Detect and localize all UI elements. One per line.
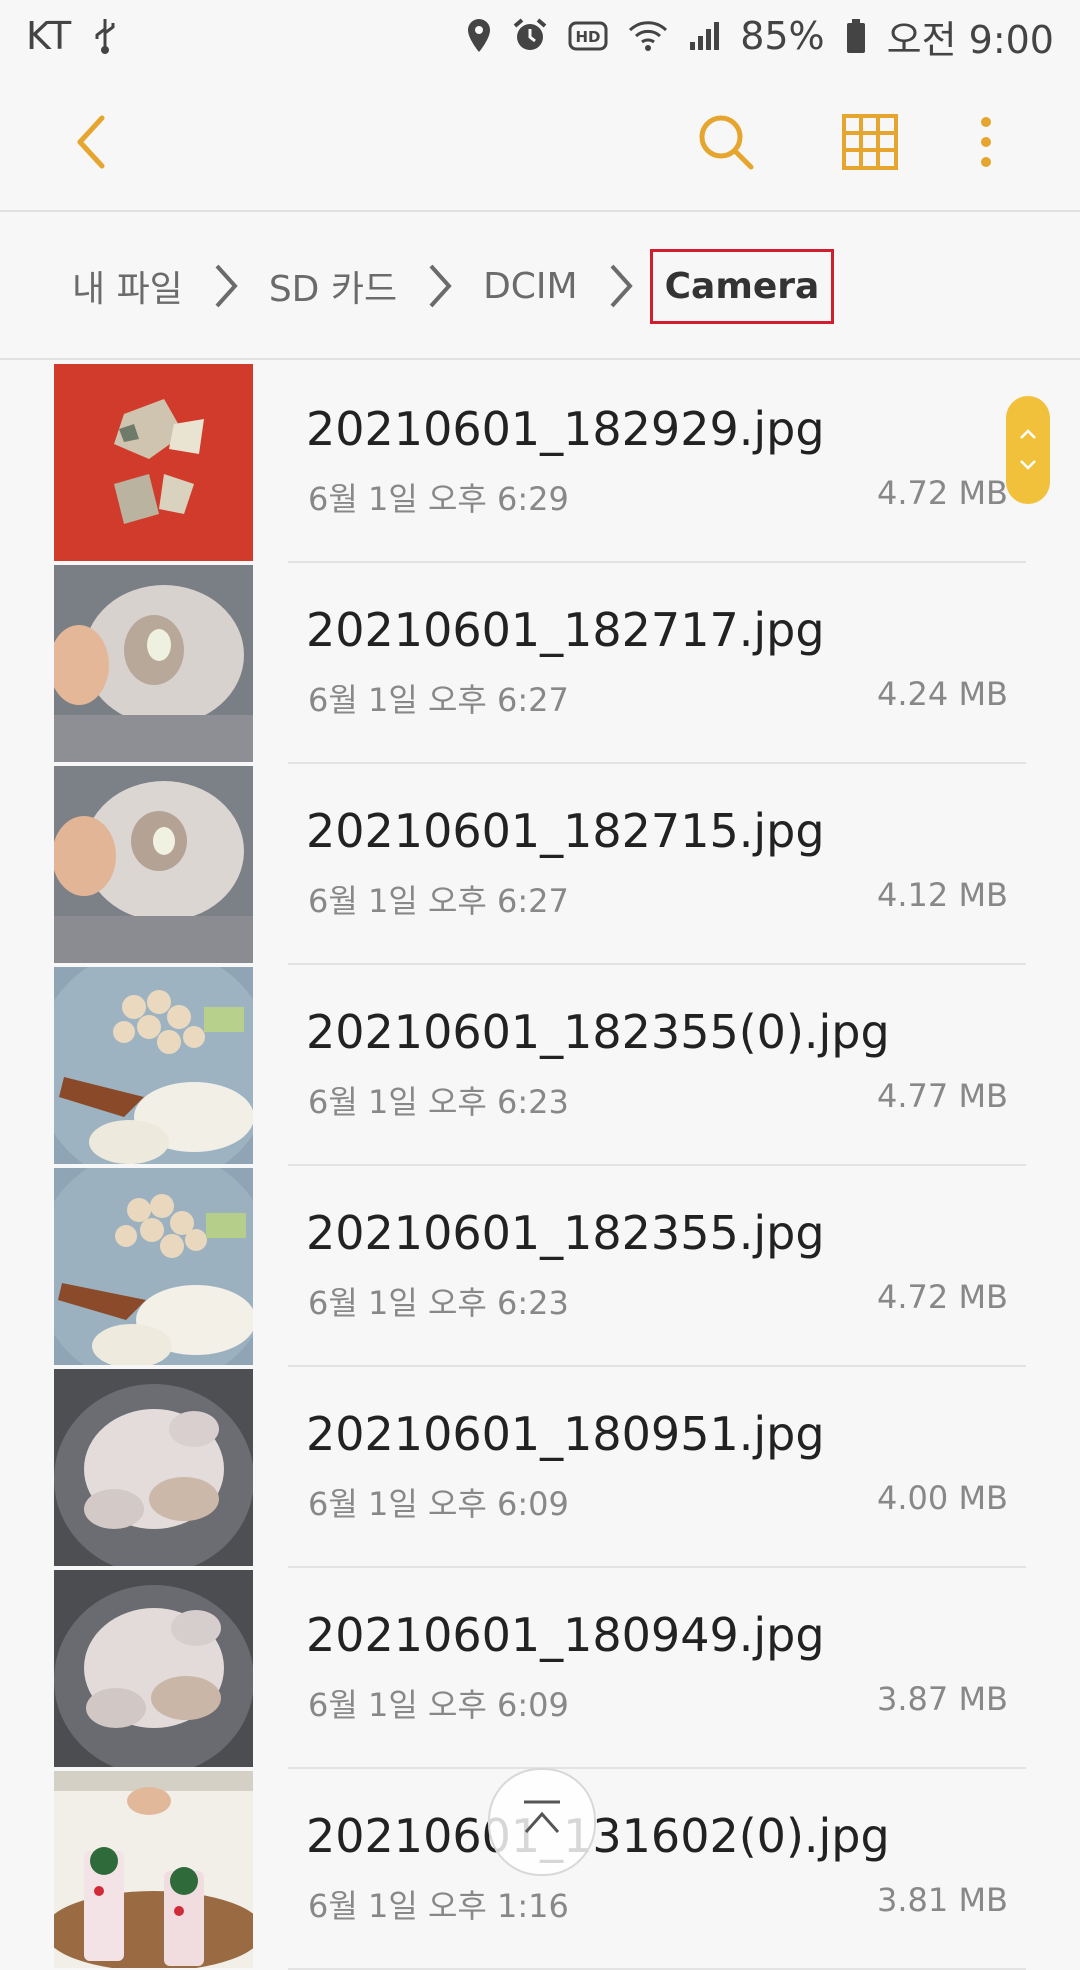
photo-thumbnail: [54, 766, 253, 963]
file-date: 6월 1일 오후 6:23: [308, 1083, 569, 1121]
usb-icon: [91, 17, 119, 55]
toolbar: [0, 72, 1080, 212]
file-size: 4.77 MB: [877, 1077, 1008, 1115]
file-name: 20210601_182355.jpg: [306, 1206, 825, 1260]
file-name: 20210601_182715.jpg: [306, 804, 825, 858]
photo-thumbnail: [54, 967, 253, 1164]
view-toggle-button[interactable]: [834, 108, 906, 180]
file-name: 20210601_131602(0).jpg: [306, 1809, 890, 1863]
photo-thumbnail: [54, 565, 253, 762]
more-options-icon: [978, 115, 994, 173]
battery-icon: [845, 18, 867, 54]
file-size: 3.87 MB: [877, 1680, 1008, 1718]
photo-thumbnail: [54, 1369, 253, 1566]
back-button[interactable]: [56, 108, 128, 180]
breadcrumb-sd-card[interactable]: SD 카드: [269, 260, 397, 312]
grid-view-icon: [841, 113, 899, 175]
chevron-right-icon: [213, 262, 239, 310]
file-date: 6월 1일 오후 6:23: [308, 1284, 569, 1322]
file-name: 20210601_180951.jpg: [306, 1407, 825, 1461]
file-name: 20210601_182355(0).jpg: [306, 1005, 890, 1059]
breadcrumb-dcim[interactable]: DCIM: [483, 266, 578, 307]
file-date: 6월 1일 오후 6:09: [308, 1686, 569, 1724]
file-size: 4.72 MB: [877, 1278, 1008, 1316]
file-date: 6월 1일 오후 6:27: [308, 882, 569, 920]
hd-icon: HD: [568, 21, 608, 51]
file-list-item[interactable]: 20210601_180951.jpg 6월 1일 오후 6:09 4.00 M…: [0, 1367, 1080, 1568]
search-icon: [696, 112, 756, 176]
battery-percent: 85%: [740, 14, 825, 58]
file-date: 6월 1일 오후 6:27: [308, 681, 569, 719]
photo-thumbnail: [54, 364, 253, 561]
scroll-to-top-icon: [518, 1796, 566, 1848]
file-list-item[interactable]: 20210601_182355(0).jpg 6월 1일 오후 6:23 4.7…: [0, 965, 1080, 1166]
breadcrumb-camera[interactable]: Camera: [649, 248, 835, 324]
file-date: 6월 1일 오후 6:29: [308, 480, 569, 518]
file-name: 20210601_182717.jpg: [306, 603, 825, 657]
breadcrumb-my-files[interactable]: 내 파일: [72, 260, 183, 312]
file-list-item[interactable]: 20210601_182717.jpg 6월 1일 오후 6:27 4.24 M…: [0, 563, 1080, 764]
clock: 오전 9:00: [886, 17, 1054, 62]
location-icon: [466, 17, 492, 55]
file-list: 20210601_182929.jpg 6월 1일 오후 6:29 4.72 M…: [0, 362, 1080, 1970]
chevron-down-icon: [1019, 456, 1037, 475]
carrier-label: KT: [26, 14, 72, 58]
fast-scroll-handle[interactable]: [1006, 396, 1050, 504]
photo-thumbnail: [54, 1570, 253, 1767]
photo-thumbnail: [54, 1771, 253, 1968]
search-button[interactable]: [690, 108, 762, 180]
wifi-icon: [628, 20, 668, 52]
signal-icon: [688, 20, 720, 52]
file-date: 6월 1일 오후 6:09: [308, 1485, 569, 1523]
file-name: 20210601_180949.jpg: [306, 1608, 825, 1662]
file-size: 3.81 MB: [877, 1881, 1008, 1919]
chevron-up-icon: [1019, 425, 1037, 444]
file-size: 4.00 MB: [877, 1479, 1008, 1517]
file-list-item[interactable]: 20210601_182355.jpg 6월 1일 오후 6:23 4.72 M…: [0, 1166, 1080, 1367]
file-size: 4.12 MB: [877, 876, 1008, 914]
chevron-right-icon: [608, 262, 634, 310]
alarm-icon: [512, 18, 548, 54]
file-size: 4.72 MB: [877, 474, 1008, 512]
file-list-item[interactable]: 20210601_180949.jpg 6월 1일 오후 6:09 3.87 M…: [0, 1568, 1080, 1769]
file-size: 4.24 MB: [877, 675, 1008, 713]
svg-text:HD: HD: [576, 28, 601, 46]
more-options-button[interactable]: [950, 108, 1022, 180]
file-list-item[interactable]: 20210601_182715.jpg 6월 1일 오후 6:27 4.12 M…: [0, 764, 1080, 965]
chevron-right-icon: [427, 262, 453, 310]
photo-thumbnail: [54, 1168, 253, 1365]
back-icon: [72, 114, 112, 174]
file-name: 20210601_182929.jpg: [306, 402, 825, 456]
scroll-to-top-button[interactable]: [488, 1768, 596, 1876]
status-bar: KT HD 85% 오전 9:00: [0, 0, 1080, 72]
file-list-item[interactable]: 20210601_182929.jpg 6월 1일 오후 6:29 4.72 M…: [0, 362, 1080, 563]
breadcrumb: 내 파일 SD 카드 DCIM Camera: [0, 214, 1080, 360]
file-date: 6월 1일 오후 1:16: [308, 1887, 569, 1925]
